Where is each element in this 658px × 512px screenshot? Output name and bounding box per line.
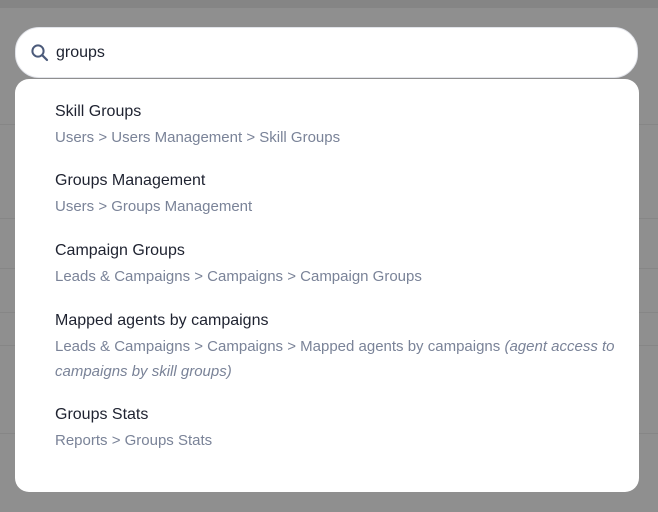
search-icon bbox=[31, 44, 49, 62]
backdrop-header bbox=[0, 0, 658, 8]
result-breadcrumb: Reports > Groups Stats bbox=[55, 428, 625, 453]
search-result-groups-management[interactable]: Groups Management Users > Groups Managem… bbox=[55, 171, 625, 219]
result-title: Mapped agents by campaigns bbox=[55, 312, 269, 329]
search-result-groups-stats[interactable]: Groups Stats Reports > Groups Stats bbox=[55, 405, 625, 453]
result-path-text: Leads & Campaigns > Campaigns > Campaign… bbox=[55, 268, 422, 285]
result-breadcrumb: Leads & Campaigns > Campaigns > Mapped a… bbox=[55, 334, 625, 384]
result-breadcrumb: Users > Groups Management bbox=[55, 194, 625, 219]
result-title: Groups Stats bbox=[55, 406, 149, 423]
result-title: Skill Groups bbox=[55, 103, 142, 120]
result-path-text: Users > Groups Management bbox=[55, 198, 253, 215]
result-title: Groups Management bbox=[55, 172, 206, 189]
search-result-skill-groups[interactable]: Skill Groups Users > Users Management > … bbox=[55, 102, 625, 150]
search-result-mapped-agents[interactable]: Mapped agents by campaigns Leads & Campa… bbox=[55, 311, 625, 384]
result-path-text: Leads & Campaigns > Campaigns > Mapped a… bbox=[55, 338, 501, 355]
search-box[interactable] bbox=[15, 27, 638, 78]
result-breadcrumb: Leads & Campaigns > Campaigns > Campaign… bbox=[55, 264, 625, 289]
result-path-text: Reports > Groups Stats bbox=[55, 432, 213, 449]
result-path-text: Users > Users Management > Skill Groups bbox=[55, 129, 341, 146]
result-breadcrumb: Users > Users Management > Skill Groups bbox=[55, 125, 625, 150]
search-results-panel: Skill Groups Users > Users Management > … bbox=[15, 79, 639, 492]
search-input[interactable] bbox=[56, 40, 616, 66]
result-title: Campaign Groups bbox=[55, 242, 185, 259]
search-result-campaign-groups[interactable]: Campaign Groups Leads & Campaigns > Camp… bbox=[55, 241, 625, 289]
